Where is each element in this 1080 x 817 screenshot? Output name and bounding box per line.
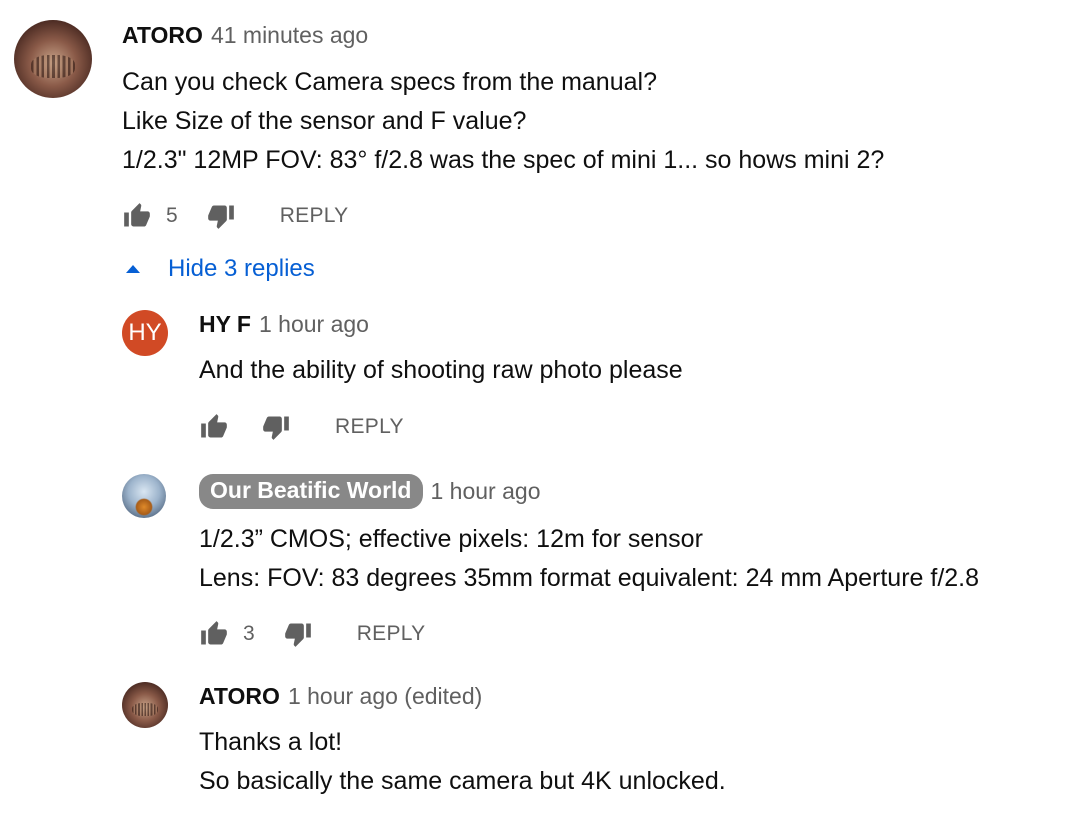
reply-header: ATORO 1 hour ago (edited) — [199, 683, 482, 710]
reply-text: Thanks a lot! So basically the same came… — [199, 723, 726, 801]
avatar[interactable]: HY — [122, 310, 168, 356]
comment-text: Can you check Camera specs from the manu… — [122, 63, 884, 180]
thumbs-up-icon[interactable] — [120, 201, 154, 231]
reply-line: Thanks a lot! — [199, 728, 343, 756]
like-count: 3 — [243, 622, 255, 645]
timestamp[interactable]: 1 hour ago (edited) — [288, 683, 482, 710]
thumbs-up-icon[interactable] — [197, 619, 231, 649]
avatar-initials: HY — [128, 319, 162, 346]
reply-actions: REPLY — [197, 412, 404, 442]
reply-line: Lens: FOV: 83 degrees 35mm format equiva… — [199, 564, 980, 592]
like-count: 5 — [166, 204, 178, 227]
reply-text: And the ability of shooting raw photo pl… — [199, 351, 683, 390]
timestamp[interactable]: 1 hour ago — [431, 478, 541, 505]
avatar[interactable] — [14, 20, 92, 98]
author-name[interactable]: HY F — [199, 311, 251, 338]
comment-header: ATORO 41 minutes ago — [122, 22, 368, 49]
thumbs-down-icon[interactable] — [281, 619, 315, 649]
author-name[interactable]: ATORO — [122, 22, 203, 49]
comment-line: Can you check Camera specs from the manu… — [122, 68, 657, 96]
hide-replies-button[interactable]: Hide 3 replies — [122, 255, 315, 283]
reply-header: Our Beatific World 1 hour ago — [199, 474, 540, 509]
channel-owner-badge[interactable]: Our Beatific World — [199, 474, 423, 509]
timestamp[interactable]: 41 minutes ago — [211, 22, 368, 49]
reply-line: And the ability of shooting raw photo pl… — [199, 356, 683, 384]
reply-header: HY F 1 hour ago — [199, 311, 369, 338]
avatar[interactable] — [122, 682, 168, 728]
reply-button[interactable]: REPLY — [335, 415, 404, 439]
caret-up-icon — [126, 265, 140, 273]
hide-replies-label: Hide 3 replies — [168, 255, 315, 282]
reply-text: 1/2.3” CMOS; effective pixels: 12m for s… — [199, 520, 979, 598]
avatar[interactable] — [122, 474, 166, 518]
comment-line: Like Size of the sensor and F value? — [122, 107, 527, 135]
thumbs-down-icon[interactable] — [259, 412, 293, 442]
reply-actions: 3 REPLY — [197, 619, 426, 649]
reply-button[interactable]: REPLY — [280, 204, 349, 228]
reply-line: So basically the same camera but 4K unlo… — [199, 767, 726, 795]
thumbs-down-icon[interactable] — [204, 201, 238, 231]
reply-button[interactable]: REPLY — [357, 622, 426, 646]
timestamp[interactable]: 1 hour ago — [259, 311, 369, 338]
comment-actions: 5 REPLY — [120, 201, 349, 231]
reply-line: 1/2.3” CMOS; effective pixels: 12m for s… — [199, 525, 703, 553]
comment-line: 1/2.3" 12MP FOV: 83° f/2.8 was the spec … — [122, 146, 885, 174]
thumbs-up-icon[interactable] — [197, 412, 231, 442]
author-name[interactable]: ATORO — [199, 683, 280, 710]
